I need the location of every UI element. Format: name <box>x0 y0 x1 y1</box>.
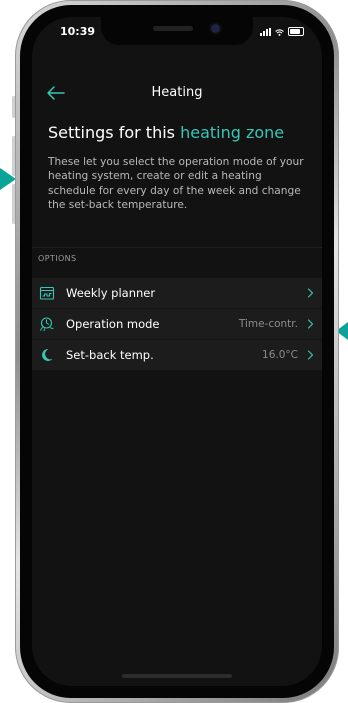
status-time: 10:39 <box>60 25 96 38</box>
page-description: These let you select the operation mode … <box>48 156 304 211</box>
phone-frame: 10:39 Heating Settings for this heating … <box>15 0 339 703</box>
battery-icon <box>288 27 304 36</box>
chevron-right-icon <box>307 319 314 329</box>
phone-bezel: 10:39 Heating Settings for this heating … <box>20 5 334 698</box>
section-divider <box>32 247 322 248</box>
page-headline: Settings for this heating zone <box>48 123 284 142</box>
front-camera <box>211 24 220 33</box>
option-label: Weekly planner <box>66 286 156 300</box>
calendar-icon <box>39 286 55 300</box>
operation-mode-icon <box>40 317 54 332</box>
screenshot-stage: 10:39 Heating Settings for this heating … <box>0 0 348 703</box>
section-label-options: OPTIONS <box>38 254 77 263</box>
notch <box>101 17 253 45</box>
option-weekly-planner[interactable]: Weekly planner <box>32 278 322 309</box>
speaker-grille <box>153 26 193 31</box>
wifi-icon <box>275 29 284 36</box>
option-value: 16.0°C <box>262 349 298 361</box>
headline-accent: heating zone <box>180 123 285 142</box>
home-indicator <box>122 674 232 678</box>
option-value: Time-contr. <box>238 318 298 330</box>
navigation-bar: Heating <box>32 83 322 107</box>
app-screen: 10:39 Heating Settings for this heating … <box>32 17 322 686</box>
headline-prefix: Settings for this <box>48 123 181 142</box>
option-label: Operation mode <box>66 317 160 331</box>
option-label: Set-back temp. <box>66 348 154 362</box>
options-list: Weekly planner Operation mode Time-contr… <box>32 278 322 371</box>
signal-icon <box>260 28 271 36</box>
chevron-right-icon <box>307 288 314 298</box>
moon-icon <box>42 348 53 361</box>
option-set-back-temp[interactable]: Set-back temp. 16.0°C <box>32 340 322 371</box>
status-icons <box>260 27 304 36</box>
option-operation-mode[interactable]: Operation mode Time-contr. <box>32 309 322 340</box>
nav-title: Heating <box>151 85 203 100</box>
chevron-right-icon <box>307 350 314 360</box>
